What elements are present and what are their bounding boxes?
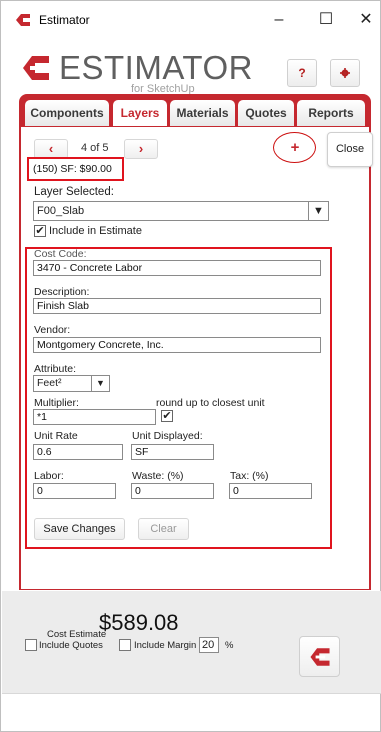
attribute-select[interactable]: Feet² ▼ [33,375,110,392]
unit-displayed-label: Unit Displayed: [132,430,203,442]
help-button[interactable]: ? [287,59,317,87]
tax-field[interactable]: 0 [229,483,312,499]
unit-displayed-field[interactable]: SF [131,444,214,460]
settings-button[interactable] [330,59,360,87]
vendor-field[interactable]: Montgomery Concrete, Inc. [33,337,321,353]
tab-materials[interactable]: Materials [170,100,235,126]
chevron-down-icon: ▼ [91,376,109,391]
cost-estimate-label: Cost Estimate [47,629,107,640]
attribute-select-value: Feet² [37,377,62,389]
close-panel-button[interactable]: Close [327,132,373,167]
window-title: Estimator [39,13,90,27]
labor-field[interactable]: 0 [33,483,116,499]
add-layer-button[interactable]: + [283,139,307,157]
waste-label: Waste: (%) [132,470,184,482]
close-window-button[interactable]: ✕ [346,7,381,33]
chevron-down-icon: ▼ [308,202,328,220]
tab-components[interactable]: Components [25,100,109,126]
description-field[interactable]: Finish Slab [33,298,321,314]
estimator-app-icon [15,13,31,27]
round-up-label: round up to closest unit [156,397,265,409]
include-quotes-checkbox[interactable] [25,639,37,651]
cost-estimate-value: $589.08 [99,610,179,635]
tab-layers[interactable]: Layers [113,100,167,126]
tab-reports[interactable]: Reports [297,100,365,126]
estimator-window: Estimator – ☐ ✕ ESTIMATOR for SketchUp ?… [0,0,381,732]
include-margin-label: Include Margin [134,640,197,651]
minimize-button[interactable]: – [259,7,299,33]
labor-label: Labor: [34,470,64,482]
save-changes-button[interactable]: Save Changes [34,518,125,540]
estimator-logo-icon [21,53,51,83]
clear-button[interactable]: Clear [138,518,189,540]
include-in-estimate-label: Include in Estimate [49,225,142,237]
previous-layer-button[interactable]: ‹ [34,139,68,159]
multiplier-field[interactable]: *1 [33,409,156,425]
unit-rate-field[interactable]: 0.6 [33,444,123,460]
logo-text: ESTIMATOR [59,49,253,86]
attribute-label: Attribute: [34,363,77,375]
layer-selected-label: Layer Selected: [34,186,114,198]
multiplier-label: Multiplier: [34,397,79,409]
tax-label: Tax: (%) [230,470,269,482]
margin-percent-field[interactable]: 20 [199,637,219,653]
layer-select-value: F00_Slab [37,205,85,217]
description-label: Description: [34,286,90,298]
include-in-estimate-checkbox[interactable]: ✔ [34,225,46,237]
round-up-checkbox[interactable]: ✔ [161,410,173,422]
include-margin-checkbox[interactable] [119,639,131,651]
estimator-button[interactable] [299,636,340,677]
cost-code-field[interactable]: 3470 - Concrete Labor [33,260,321,276]
divider [2,693,381,694]
layer-select[interactable]: F00_Slab ▼ [33,201,329,221]
include-quotes-label: Include Quotes [39,640,103,651]
maximize-button[interactable]: ☐ [306,7,346,33]
layer-summary: (150) SF: $90.00 [27,157,124,181]
percent-label: % [225,640,234,651]
gear-icon [340,68,350,81]
next-layer-button[interactable]: › [124,139,158,159]
vendor-label: Vendor: [34,324,71,336]
cost-code-label: Cost Code: [34,248,87,260]
title-bar: Estimator – ☐ ✕ [1,1,380,39]
tab-quotes[interactable]: Quotes [238,100,294,126]
unit-rate-label: Unit Rate [34,430,78,442]
waste-field[interactable]: 0 [131,483,214,499]
page-indicator: 4 of 5 [81,142,109,154]
